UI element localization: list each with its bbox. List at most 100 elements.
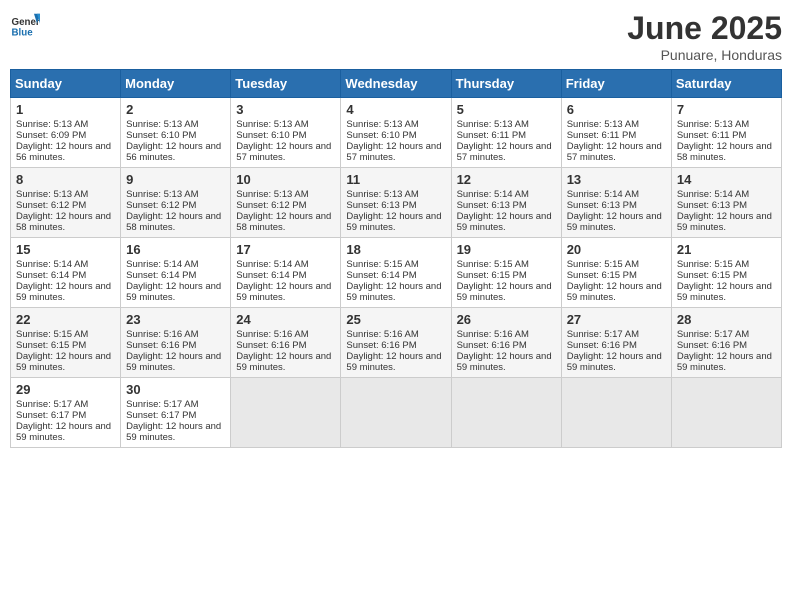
day-number: 26 [457,312,556,327]
sunrise: Sunrise: 5:17 AM [567,329,639,340]
calendar-cell: 11 Sunrise: 5:13 AM Sunset: 6:13 PM Dayl… [341,168,451,238]
sunset: Sunset: 6:10 PM [126,130,196,141]
sunset: Sunset: 6:13 PM [346,200,416,211]
calendar-cell: 15 Sunrise: 5:14 AM Sunset: 6:14 PM Dayl… [11,238,121,308]
sunrise: Sunrise: 5:15 AM [677,259,749,270]
day-number: 24 [236,312,335,327]
daylight: Daylight: 12 hours and 59 minutes. [236,351,331,373]
day-number: 8 [16,172,115,187]
day-number: 9 [126,172,225,187]
daylight: Daylight: 12 hours and 57 minutes. [567,141,662,163]
calendar-cell: 1 Sunrise: 5:13 AM Sunset: 6:09 PM Dayli… [11,98,121,168]
header: General Blue June 2025 Punuare, Honduras [10,10,782,63]
month-title: June 2025 [627,10,782,47]
sunset: Sunset: 6:11 PM [567,130,637,141]
sunrise: Sunrise: 5:15 AM [567,259,639,270]
daylight: Daylight: 12 hours and 59 minutes. [457,351,552,373]
calendar-cell [231,378,341,448]
calendar-cell: 30 Sunrise: 5:17 AM Sunset: 6:17 PM Dayl… [121,378,231,448]
calendar-cell: 3 Sunrise: 5:13 AM Sunset: 6:10 PM Dayli… [231,98,341,168]
day-number: 15 [16,242,115,257]
daylight: Daylight: 12 hours and 56 minutes. [126,141,221,163]
day-number: 12 [457,172,556,187]
header-tuesday: Tuesday [231,70,341,98]
sunrise: Sunrise: 5:14 AM [16,259,88,270]
daylight: Daylight: 12 hours and 59 minutes. [677,281,772,303]
sunset: Sunset: 6:10 PM [346,130,416,141]
day-number: 21 [677,242,776,257]
daylight: Daylight: 12 hours and 59 minutes. [567,351,662,373]
day-number: 22 [16,312,115,327]
sunset: Sunset: 6:14 PM [236,270,306,281]
sunrise: Sunrise: 5:14 AM [126,259,198,270]
sunset: Sunset: 6:16 PM [457,340,527,351]
day-number: 2 [126,102,225,117]
sunrise: Sunrise: 5:17 AM [16,399,88,410]
sunset: Sunset: 6:16 PM [346,340,416,351]
title-block: June 2025 Punuare, Honduras [627,10,782,63]
day-number: 23 [126,312,225,327]
page-container: General Blue June 2025 Punuare, Honduras… [10,10,782,448]
sunset: Sunset: 6:16 PM [126,340,196,351]
sunrise: Sunrise: 5:13 AM [16,189,88,200]
daylight: Daylight: 12 hours and 59 minutes. [457,281,552,303]
daylight: Daylight: 12 hours and 59 minutes. [677,351,772,373]
calendar-cell: 21 Sunrise: 5:15 AM Sunset: 6:15 PM Dayl… [671,238,781,308]
calendar-cell: 19 Sunrise: 5:15 AM Sunset: 6:15 PM Dayl… [451,238,561,308]
sunrise: Sunrise: 5:13 AM [346,189,418,200]
sunset: Sunset: 6:13 PM [677,200,747,211]
sunrise: Sunrise: 5:14 AM [677,189,749,200]
daylight: Daylight: 12 hours and 57 minutes. [457,141,552,163]
daylight: Daylight: 12 hours and 58 minutes. [126,211,221,233]
day-number: 28 [677,312,776,327]
sunrise: Sunrise: 5:13 AM [236,189,308,200]
daylight: Daylight: 12 hours and 59 minutes. [346,351,441,373]
sunrise: Sunrise: 5:14 AM [567,189,639,200]
sunset: Sunset: 6:17 PM [16,410,86,421]
sunrise: Sunrise: 5:13 AM [677,119,749,130]
day-number: 14 [677,172,776,187]
day-number: 5 [457,102,556,117]
day-number: 17 [236,242,335,257]
sunset: Sunset: 6:11 PM [457,130,527,141]
calendar-cell: 4 Sunrise: 5:13 AM Sunset: 6:10 PM Dayli… [341,98,451,168]
daylight: Daylight: 12 hours and 59 minutes. [346,281,441,303]
header-thursday: Thursday [451,70,561,98]
daylight: Daylight: 12 hours and 58 minutes. [236,211,331,233]
sunrise: Sunrise: 5:16 AM [346,329,418,340]
calendar-cell: 16 Sunrise: 5:14 AM Sunset: 6:14 PM Dayl… [121,238,231,308]
calendar-cell: 6 Sunrise: 5:13 AM Sunset: 6:11 PM Dayli… [561,98,671,168]
calendar-cell: 28 Sunrise: 5:17 AM Sunset: 6:16 PM Dayl… [671,308,781,378]
sunrise: Sunrise: 5:14 AM [236,259,308,270]
header-friday: Friday [561,70,671,98]
sunset: Sunset: 6:17 PM [126,410,196,421]
day-number: 4 [346,102,445,117]
sunrise: Sunrise: 5:13 AM [126,119,198,130]
daylight: Daylight: 12 hours and 58 minutes. [677,141,772,163]
daylight: Daylight: 12 hours and 59 minutes. [346,211,441,233]
calendar-cell: 27 Sunrise: 5:17 AM Sunset: 6:16 PM Dayl… [561,308,671,378]
calendar-cell: 12 Sunrise: 5:14 AM Sunset: 6:13 PM Dayl… [451,168,561,238]
calendar-table: Sunday Monday Tuesday Wednesday Thursday… [10,69,782,448]
weekday-header-row: Sunday Monday Tuesday Wednesday Thursday… [11,70,782,98]
logo: General Blue [10,10,40,40]
sunrise: Sunrise: 5:13 AM [457,119,529,130]
sunset: Sunset: 6:15 PM [677,270,747,281]
sunset: Sunset: 6:14 PM [126,270,196,281]
sunset: Sunset: 6:09 PM [16,130,86,141]
calendar-cell: 9 Sunrise: 5:13 AM Sunset: 6:12 PM Dayli… [121,168,231,238]
sunrise: Sunrise: 5:14 AM [457,189,529,200]
calendar-cell: 18 Sunrise: 5:15 AM Sunset: 6:14 PM Dayl… [341,238,451,308]
daylight: Daylight: 12 hours and 59 minutes. [16,351,111,373]
sunset: Sunset: 6:12 PM [236,200,306,211]
sunset: Sunset: 6:16 PM [567,340,637,351]
calendar-cell [341,378,451,448]
calendar-cell: 17 Sunrise: 5:14 AM Sunset: 6:14 PM Dayl… [231,238,341,308]
daylight: Daylight: 12 hours and 59 minutes. [236,281,331,303]
sunset: Sunset: 6:15 PM [457,270,527,281]
location: Punuare, Honduras [627,47,782,63]
calendar-cell: 7 Sunrise: 5:13 AM Sunset: 6:11 PM Dayli… [671,98,781,168]
header-monday: Monday [121,70,231,98]
header-sunday: Sunday [11,70,121,98]
daylight: Daylight: 12 hours and 59 minutes. [126,281,221,303]
